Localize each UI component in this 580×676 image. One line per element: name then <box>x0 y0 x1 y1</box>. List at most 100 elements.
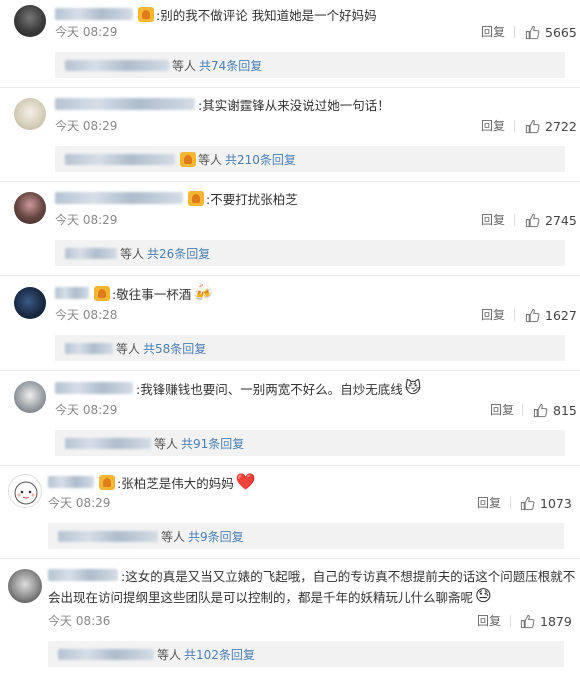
comment-line: :不要打扰张柏芝 <box>55 188 298 208</box>
sub-replies[interactable]: 等人 共9条回复 <box>48 523 564 549</box>
blurred-replier <box>65 59 169 71</box>
sub-replies[interactable]: 等人 共210条回复 <box>55 146 565 172</box>
sub-replies-link[interactable]: 共102条回复 <box>184 646 255 663</box>
sub-replies-link[interactable]: 共210条回复 <box>225 151 296 168</box>
thumbs-up-icon <box>525 213 540 227</box>
avatar[interactable] <box>8 474 42 508</box>
like-count: 2722 <box>545 118 577 134</box>
sub-replies-link[interactable]: 共9条回复 <box>188 528 244 545</box>
vip-badge-icon <box>180 151 196 167</box>
thumbs-up-icon <box>520 614 535 628</box>
thumbs-up-icon <box>525 119 540 133</box>
divider <box>0 275 580 276</box>
blurred-username[interactable] <box>48 569 118 581</box>
comment-line: :敬往事一杯酒 🍻 <box>55 283 213 303</box>
reply-button[interactable]: 回复 <box>481 23 505 41</box>
sub-replies-link[interactable]: 共26条回复 <box>147 245 210 262</box>
like-button[interactable]: 1627 <box>525 306 577 324</box>
reply-button[interactable]: 回复 <box>481 306 505 324</box>
reply-button[interactable]: 回复 <box>481 211 505 229</box>
like-button[interactable]: 2722 <box>525 117 577 135</box>
comment-text: :张柏芝是伟大的妈妈 <box>117 475 234 491</box>
comment-text: :不要打扰张柏芝 <box>206 191 298 207</box>
like-button[interactable]: 1073 <box>520 494 572 512</box>
like-button[interactable]: 5665 <box>525 23 577 41</box>
comment-line: :其实谢霆锋从来没说过她一句话！ <box>55 94 390 114</box>
blurred-username[interactable] <box>55 382 133 394</box>
divider <box>0 181 580 182</box>
avatar[interactable] <box>14 5 46 37</box>
blurred-username[interactable] <box>55 192 183 204</box>
sub-replies[interactable]: 等人 共102条回复 <box>48 641 564 667</box>
comment-time: 今天 08:28 <box>55 308 118 322</box>
avatar[interactable] <box>8 569 42 603</box>
divider <box>0 87 580 88</box>
reply-button[interactable]: 回复 <box>481 117 505 135</box>
divider <box>0 465 580 466</box>
vip-badge-icon <box>188 190 204 206</box>
vip-badge-icon <box>99 474 115 490</box>
sub-replies-prefix: 等人 <box>154 436 179 451</box>
avatar[interactable] <box>14 98 46 130</box>
like-count: 2745 <box>545 212 577 228</box>
reply-button[interactable]: 回复 <box>490 401 514 419</box>
sub-replies-prefix: 等人 <box>161 529 186 544</box>
sub-replies-link[interactable]: 共74条回复 <box>199 57 262 74</box>
sub-replies-prefix: 等人 <box>198 152 223 167</box>
comment-text-continued: 会出现在访问提纲里这些团队是可以控制的，都是千年的妖精玩儿什么聊斋呢 <box>48 589 474 605</box>
sub-replies[interactable]: 等人 共26条回复 <box>55 240 565 266</box>
sub-replies-link[interactable]: 共58条回复 <box>143 340 206 357</box>
comment-time: 今天 08:29 <box>55 213 118 227</box>
avatar[interactable] <box>14 287 46 319</box>
avatar[interactable] <box>14 192 46 224</box>
sub-replies-prefix: 等人 <box>157 647 182 662</box>
comment-time: 今天 08:29 <box>55 25 118 39</box>
separator <box>514 120 515 132</box>
comment-line: :这女的真是又当又立婊的飞起哦，自己的专访真不想提前夫的话这个问题压根就不 <box>48 565 575 585</box>
sub-replies-link[interactable]: 共91条回复 <box>181 435 244 452</box>
blurred-replier <box>65 247 117 259</box>
sub-replies[interactable]: 等人 共74条回复 <box>55 52 565 78</box>
avatar[interactable] <box>14 381 46 413</box>
thumbs-up-icon <box>520 496 535 510</box>
comment-line-2: 会出现在访问提纲里这些团队是可以控制的，都是千年的妖精玩儿什么聊斋呢 😓 <box>48 586 492 606</box>
blurred-username[interactable] <box>55 98 195 110</box>
like-button[interactable]: 815 <box>533 401 577 419</box>
comment-time: 今天 08:29 <box>48 496 111 510</box>
sub-replies-prefix: 等人 <box>120 246 145 261</box>
vip-badge-icon <box>94 285 110 301</box>
blurred-replier <box>65 342 113 354</box>
comment-line: :别的我不做评论 我知道她是一个好妈妈 <box>55 4 377 24</box>
blurred-username[interactable] <box>55 287 89 299</box>
comment-text: :敬往事一杯酒 <box>112 286 192 302</box>
thumbs-up-icon <box>525 25 540 39</box>
separator <box>522 404 523 416</box>
cat-emoji-icon: 😼 <box>404 378 422 397</box>
sub-replies[interactable]: 等人 共58条回复 <box>55 335 565 361</box>
reply-button[interactable]: 回复 <box>477 612 501 630</box>
like-count: 1879 <box>540 613 572 629</box>
blurred-username[interactable] <box>48 476 94 488</box>
like-count: 1073 <box>540 495 572 511</box>
reply-button[interactable]: 回复 <box>477 494 501 512</box>
thumbs-up-icon <box>533 403 548 417</box>
divider <box>0 370 580 371</box>
comment-time: 今天 08:29 <box>55 403 118 417</box>
blurred-replier <box>65 437 151 449</box>
comment-line: :我锋赚钱也要问、一别两宽不好么。自炒无底线 😼 <box>55 378 421 398</box>
like-count: 5665 <box>545 24 577 40</box>
sub-replies[interactable]: 等人 共91条回复 <box>55 430 565 456</box>
comment-line: :张柏芝是伟大的妈妈 ❤️ <box>48 472 256 492</box>
comment-text: :其实谢霆锋从来没说过她一句话！ <box>198 97 390 113</box>
separator <box>514 214 515 226</box>
vip-badge-icon <box>138 6 154 22</box>
comment-time: 今天 08:36 <box>48 614 111 628</box>
like-button[interactable]: 1879 <box>520 612 572 630</box>
like-count: 1627 <box>545 307 577 323</box>
blurred-replier <box>65 153 175 165</box>
divider <box>0 558 580 559</box>
thumbs-up-icon <box>525 308 540 322</box>
blurred-username[interactable] <box>55 8 133 20</box>
separator <box>510 615 511 627</box>
like-button[interactable]: 2745 <box>525 211 577 229</box>
